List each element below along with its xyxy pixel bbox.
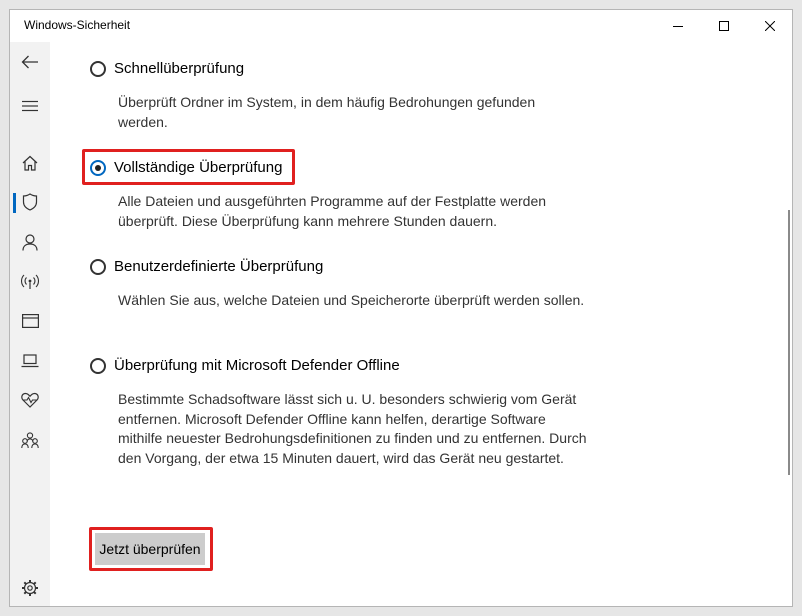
app-window: Windows-Sicherheit Schnellüberprüfung Üb… [9,9,793,607]
sidebar-item-virus-protection[interactable] [10,184,50,220]
sidebar-item-family-options[interactable] [10,422,50,458]
gear-icon [22,580,38,596]
maximize-icon [719,21,729,31]
wireless-icon [21,274,39,289]
scan-now-button[interactable]: Jetzt überprüfen [95,533,205,565]
window-title: Windows-Sicherheit [24,18,131,32]
hamburger-menu-icon [22,100,38,112]
sidebar-item-app-browser[interactable] [10,303,50,339]
laptop-icon [21,354,39,368]
sidebar-item-account[interactable] [10,224,50,260]
close-button[interactable] [747,10,793,42]
back-arrow-icon [21,55,38,69]
sidebar-item-settings[interactable] [10,570,50,606]
custom-scan-description: Wählen Sie aus, welche Dateien und Speic… [118,292,585,308]
quick-scan-radio[interactable] [90,60,106,77]
full-scan-description: Alle Dateien und ausgeführten Programme … [118,193,547,229]
family-icon [21,431,39,448]
custom-scan-label: Benutzerdefinierte Überprüfung [114,258,324,275]
defender-offline-radio[interactable] [90,357,106,374]
defender-offline-description: Bestimmte Schadsoftware lässt sich u. U.… [118,391,587,466]
quick-scan-description: Überprüft Ordner im System, in dem häufi… [118,94,536,130]
menu-button[interactable] [10,88,50,124]
full-scan-label: Vollständige Überprüfung [114,159,283,176]
back-button[interactable] [10,44,50,80]
sidebar-item-device-health[interactable] [10,382,50,418]
sidebar-item-firewall[interactable] [10,264,50,300]
minimize-icon [673,26,683,27]
option-full-scan[interactable]: Vollständige Überprüfung [90,159,282,176]
maximize-button[interactable] [701,10,747,42]
defender-offline-label: Überprüfung mit Microsoft Defender Offli… [114,357,400,374]
sidebar-item-home[interactable] [10,145,50,181]
close-icon [765,21,775,31]
quick-scan-label: Schnellüberprüfung [114,60,245,77]
heart-pulse-icon [21,392,39,408]
custom-scan-radio[interactable] [90,258,106,275]
option-custom-scan[interactable]: Benutzerdefinierte Überprüfung [90,258,323,275]
sidebar-item-device-security[interactable] [10,343,50,379]
app-browser-icon [21,314,39,328]
vertical-scrollbar[interactable] [788,210,790,475]
minimize-button[interactable] [655,10,701,42]
shield-icon [22,193,38,211]
full-scan-radio[interactable] [90,159,106,176]
option-quick-scan[interactable]: Schnellüberprüfung [90,60,244,77]
title-bar: Windows-Sicherheit [10,10,792,42]
sidebar [10,42,50,606]
person-icon [22,233,38,251]
scan-options-panel: Schnellüberprüfung Überprüft Ordner im S… [50,42,792,606]
home-icon [22,155,38,171]
option-defender-offline-scan[interactable]: Überprüfung mit Microsoft Defender Offli… [90,357,400,374]
